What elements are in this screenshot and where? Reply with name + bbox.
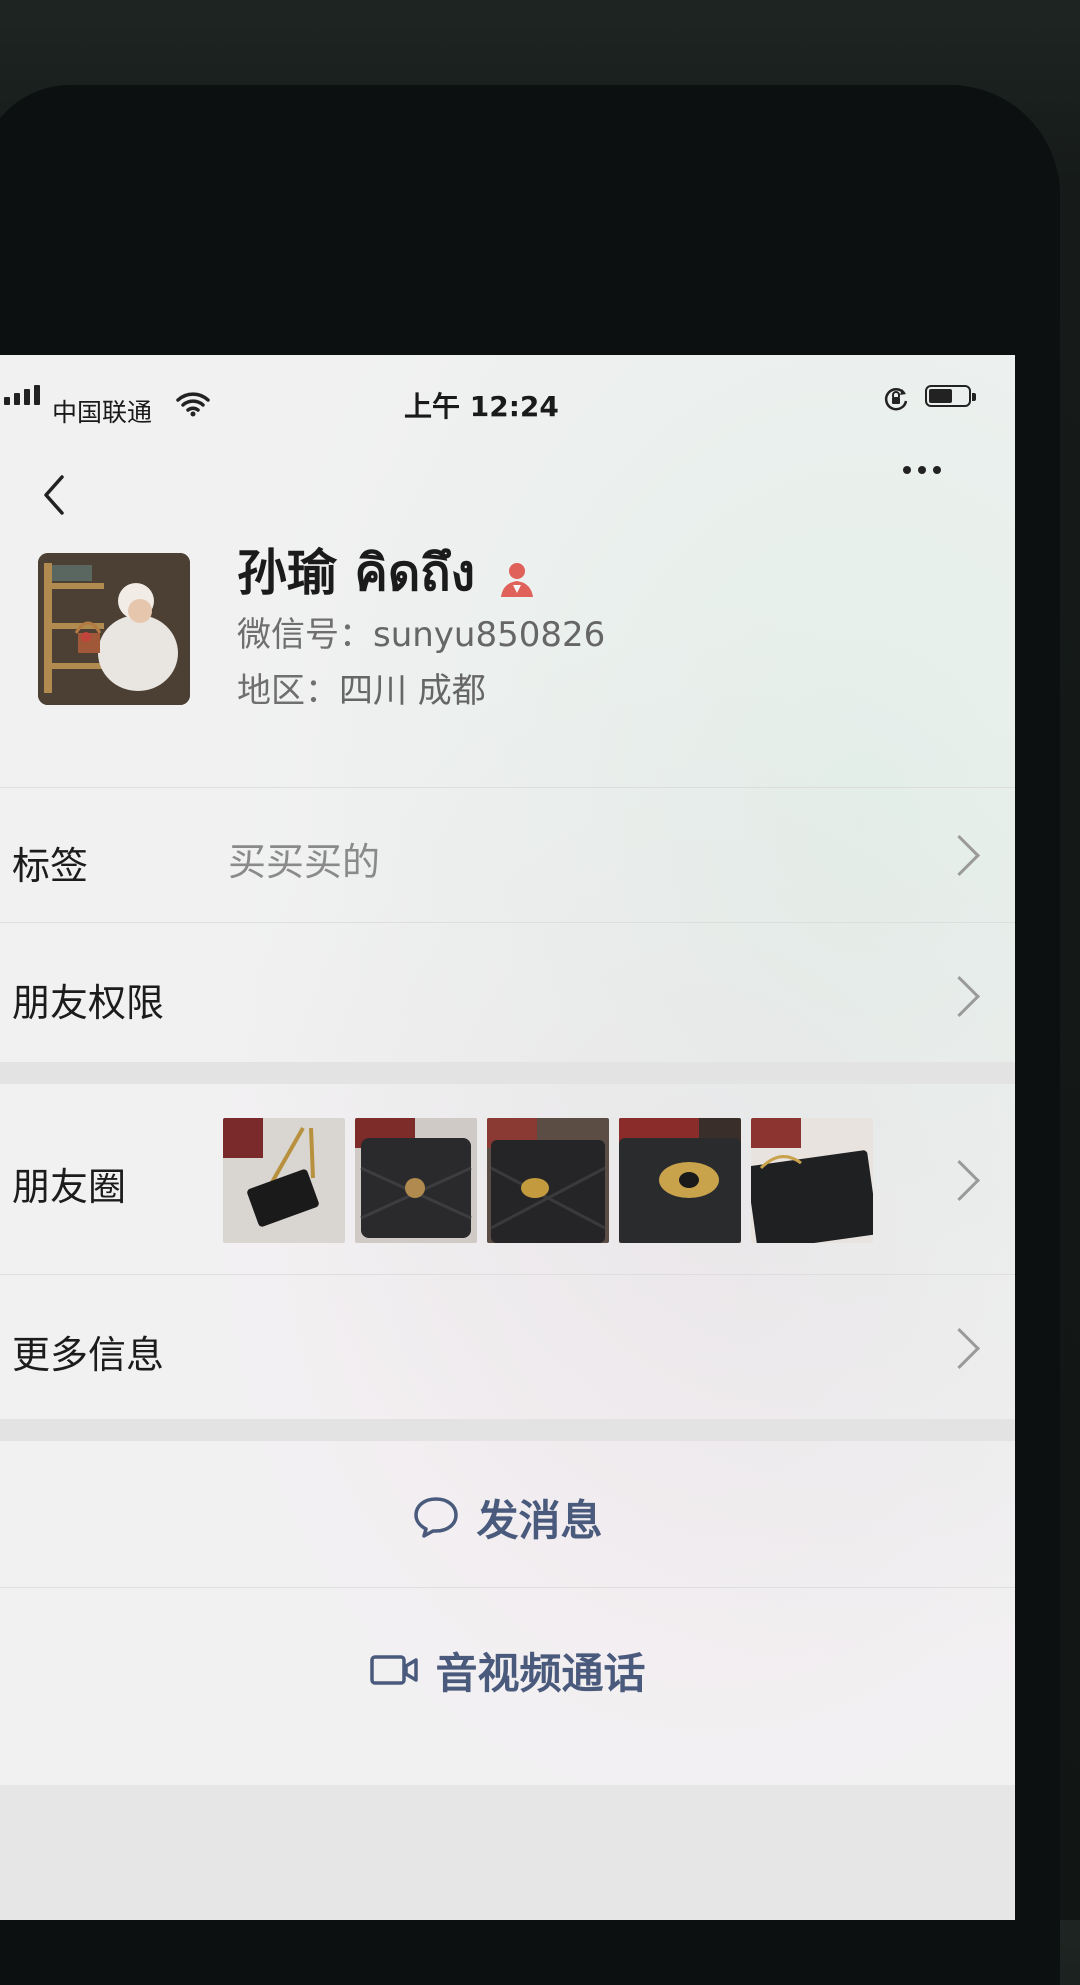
wifi-icon (176, 391, 210, 421)
section-gap (0, 1419, 1015, 1441)
wechat-id-value: sunyu850826 (373, 615, 606, 655)
rotation-lock-icon (882, 385, 910, 417)
row-permissions-label: 朋友权限 (12, 981, 165, 1025)
region-line: 地区：四川 成都 (237, 663, 486, 712)
profile-name-line: 孙瑜 คิดถึง (237, 533, 537, 613)
battery-icon (925, 385, 976, 407)
av-call-label: 音视频通话 (435, 1648, 646, 1698)
region-label: 地区： (237, 671, 339, 711)
section-gap (0, 1062, 1015, 1084)
bottom-area (0, 1785, 1015, 1920)
wechat-profile-screen: 中国联通 上午 12:24 孙瑜 คิดถึง 微信号：sunyu850826 … (0, 355, 1015, 1920)
row-tags-value: 买买买的 (228, 840, 381, 884)
moments-thumbnail[interactable] (487, 1118, 609, 1243)
region-value: 四川 成都 (339, 671, 486, 711)
moments-thumbnail[interactable] (619, 1118, 741, 1243)
row-tags-label: 标签 (12, 844, 89, 888)
carrier-label: 中国联通 (52, 398, 153, 427)
signal-icon (4, 385, 40, 405)
row-moments-label: 朋友圈 (12, 1165, 127, 1209)
more-options-button[interactable] (892, 445, 952, 495)
wechat-id-label: 微信号： (237, 615, 373, 655)
avatar-photo (38, 553, 190, 705)
moments-thumbnail[interactable] (751, 1118, 873, 1243)
video-camera-icon (370, 1655, 419, 1685)
chevron-right-icon (938, 834, 981, 877)
back-chevron-icon (44, 475, 64, 515)
wechat-id-line: 微信号：sunyu850826 (237, 607, 605, 656)
avatar[interactable] (38, 553, 190, 705)
row-more-info-label: 更多信息 (12, 1333, 165, 1377)
av-call-button[interactable]: 音视频通话 (0, 1600, 1015, 1740)
chevron-right-icon (938, 975, 981, 1018)
row-moments[interactable]: 朋友圈 (0, 1084, 1015, 1274)
send-message-button[interactable]: 发消息 (0, 1447, 1015, 1587)
moments-thumbnails[interactable] (223, 1118, 873, 1243)
more-dots-icon (903, 466, 911, 474)
chevron-right-icon (938, 1159, 981, 1202)
status-time: 上午 12:24 (404, 390, 559, 423)
profile-name: 孙瑜 คิดถึง (237, 544, 476, 602)
send-message-label: 发消息 (476, 1495, 603, 1545)
divider (0, 1587, 1015, 1588)
row-permissions[interactable]: 朋友权限 (0, 922, 1015, 1062)
row-more-info[interactable]: 更多信息 (0, 1274, 1015, 1419)
moments-thumbnail[interactable] (223, 1118, 345, 1243)
moments-thumbnail[interactable] (355, 1118, 477, 1243)
chat-bubble-icon (414, 1497, 459, 1538)
person-badge-icon (497, 553, 537, 597)
row-tags[interactable]: 标签 买买买的 (0, 787, 1015, 922)
back-button[interactable] (28, 465, 78, 525)
chevron-right-icon (938, 1327, 981, 1370)
status-bar: 中国联通 上午 12:24 (0, 355, 1015, 427)
